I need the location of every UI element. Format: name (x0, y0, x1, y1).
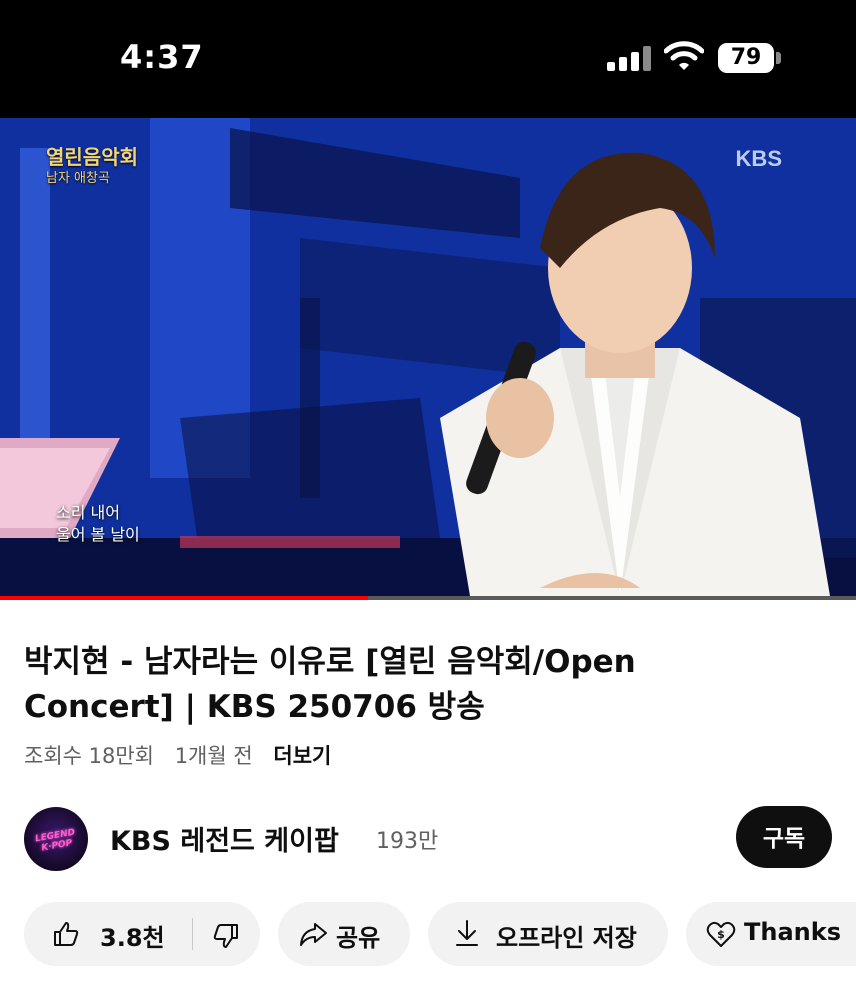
more-button[interactable]: 더보기 (273, 744, 331, 768)
heart-dollar-icon: $ (706, 921, 736, 947)
video-title-line-1: 박지현 - 남자라는 이유로 [열린 음악회/Open (24, 644, 636, 680)
clock: 4:37 (120, 38, 204, 76)
download-icon (456, 920, 478, 946)
caption-line-2: 울어 볼 날이 (56, 525, 140, 544)
video-progress-bar[interactable] (0, 596, 856, 600)
share-button[interactable]: 공유 (278, 902, 410, 966)
show-logo: 열린음악회 남자 애창곡 (46, 145, 138, 186)
download-label: 오프라인 저장 (496, 924, 637, 952)
wifi-icon (664, 41, 704, 70)
like-divider (192, 918, 193, 950)
thumbs-down-icon[interactable] (212, 922, 240, 950)
svg-text:$: $ (717, 928, 725, 941)
like-count[interactable]: 3.8천 (100, 918, 165, 953)
video-player[interactable]: 열린음악회 남자 애창곡 KBS 소리 내어 울어 볼 날이 (0, 118, 856, 596)
cellular-signal-icon (607, 45, 653, 71)
view-count: 조회수 18만회 (24, 744, 154, 768)
broadcaster-watermark: KBS (735, 146, 782, 171)
like-dislike-pill: 3.8천 (24, 902, 260, 966)
channel-row: LEGEND K·POP KBS 레전드 케이팝 193만 구독 (24, 805, 832, 873)
thanks-button[interactable]: $ Thanks (686, 902, 856, 966)
channel-avatar[interactable]: LEGEND K·POP (24, 807, 88, 871)
video-title[interactable]: 박지현 - 남자라는 이유로 [열린 음악회/Open Concert] | K… (24, 640, 824, 730)
share-label: 공유 (336, 924, 381, 952)
subscribe-button[interactable]: 구독 (736, 806, 832, 868)
action-bar: 3.8천 공유 오프라인 저장 $ Thanks (24, 902, 856, 966)
share-icon (300, 923, 327, 946)
download-button[interactable]: 오프라인 저장 (428, 902, 668, 966)
caption-line-1: 소리 내어 (56, 503, 120, 522)
channel-name[interactable]: KBS 레전드 케이팝 (110, 819, 339, 858)
battery-icon: 79 (718, 43, 774, 73)
video-metadata[interactable]: 조회수 18만회 1개월 전 더보기 (24, 740, 345, 770)
thanks-label: Thanks (744, 918, 841, 946)
video-progress-fill (0, 596, 369, 600)
subscriber-count: 193만 (376, 829, 439, 854)
avatar-logo-text: LEGEND K·POP (34, 827, 76, 854)
upload-age: 1개월 전 (174, 744, 253, 768)
status-bar: 4:37 79 (0, 0, 856, 118)
battery-tip (776, 52, 781, 64)
thumbs-up-icon[interactable] (52, 920, 80, 948)
video-title-line-2: Concert] | KBS 250706 방송 (24, 689, 485, 725)
video-caption: 소리 내어 울어 볼 날이 (56, 502, 140, 546)
